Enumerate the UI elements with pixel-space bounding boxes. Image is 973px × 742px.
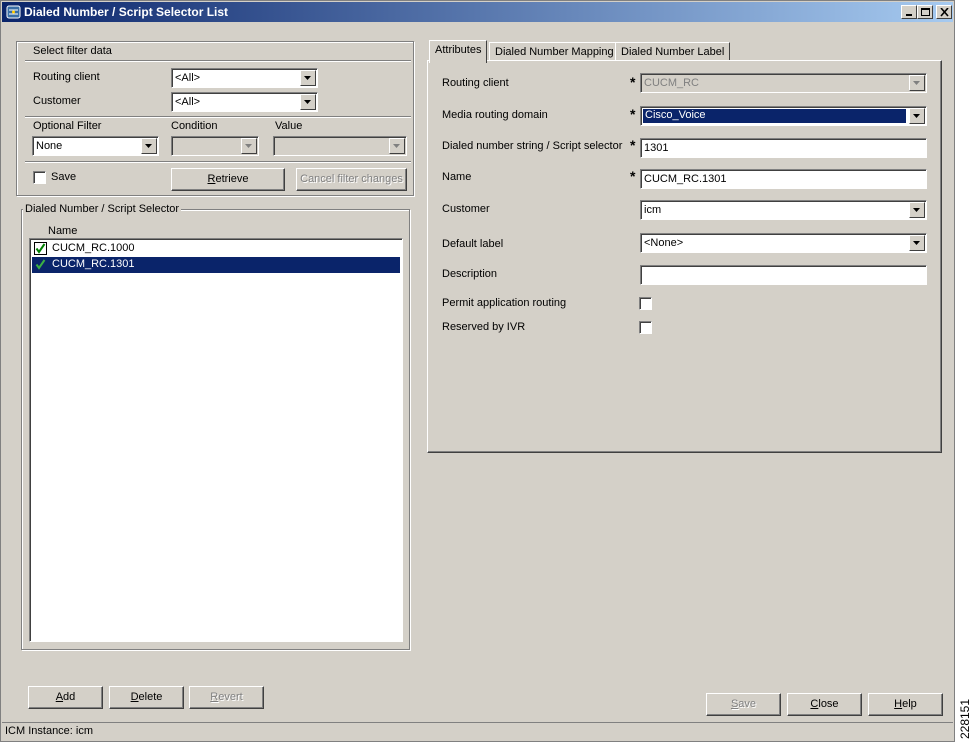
chevron-down-icon[interactable]: [241, 138, 257, 154]
close-window-button[interactable]: [936, 5, 952, 19]
help-button[interactable]: Help: [868, 693, 943, 716]
figure-id: 228151: [958, 698, 973, 740]
status-bar: ICM Instance: icm: [2, 722, 953, 740]
description-input[interactable]: [640, 265, 927, 285]
chevron-down-icon[interactable]: [909, 108, 925, 124]
filter-separator-top: [25, 60, 411, 62]
reserved-by-ivr-checkbox[interactable]: [639, 321, 652, 334]
retrieve-button[interactable]: Retrieve: [171, 168, 285, 191]
filter-separator-bottom: [25, 161, 411, 163]
dialed-number-label: Dialed number string / Script selector: [442, 140, 623, 152]
minimize-button[interactable]: [901, 5, 917, 19]
selector-listbox[interactable]: CUCM_RC.1000 CUCM_RC.1301: [29, 238, 403, 642]
chevron-down-icon[interactable]: [389, 138, 405, 154]
chevron-down-icon[interactable]: [909, 75, 925, 91]
required-marker: *: [630, 74, 636, 90]
dialed-number-input[interactable]: 1301: [640, 138, 927, 158]
value-label: Value: [275, 120, 303, 132]
add-button[interactable]: Add: [28, 686, 103, 709]
save-filter-checkbox[interactable]: [33, 171, 46, 184]
permit-application-routing-checkbox[interactable]: [639, 297, 652, 310]
optional-filter-label: Optional Filter: [33, 120, 102, 132]
maximize-button[interactable]: [917, 5, 933, 19]
delete-button[interactable]: Delete: [109, 686, 184, 709]
tab-dialed-number-label[interactable]: Dialed Number Label: [615, 42, 731, 62]
tab-attributes[interactable]: Attributes: [429, 40, 488, 63]
routing-client-label: Routing client: [442, 77, 509, 89]
minimize-icon: [906, 14, 912, 16]
chevron-down-icon[interactable]: [909, 235, 925, 251]
selector-group-caption: Dialed Number / Script Selector: [23, 203, 182, 215]
filter-routing-client-select[interactable]: <All>: [171, 68, 318, 88]
customer-label: Customer: [442, 203, 490, 215]
name-input[interactable]: CUCM_RC.1301: [640, 169, 927, 189]
chevron-down-icon[interactable]: [300, 70, 316, 86]
status-text: ICM Instance: icm: [5, 725, 94, 737]
cancel-filter-changes-button[interactable]: Cancel filter changes: [296, 168, 407, 191]
routing-client-select[interactable]: CUCM_RC: [640, 73, 927, 93]
save-filter-label: Save: [51, 171, 77, 183]
name-label: Name: [442, 171, 472, 183]
chevron-down-icon[interactable]: [300, 94, 316, 110]
list-item[interactable]: CUCM_RC.1301: [32, 257, 400, 273]
condition-label: Condition: [171, 120, 218, 132]
permit-application-routing-label: Permit application routing: [442, 297, 567, 309]
media-routing-domain-select[interactable]: Cisco_Voice: [640, 106, 927, 126]
media-routing-domain-label: Media routing domain: [442, 109, 548, 121]
maximize-icon: [921, 8, 930, 16]
checkmark-icon: [35, 259, 46, 270]
default-label-select[interactable]: <None>: [640, 233, 927, 253]
customer-select[interactable]: icm: [640, 200, 927, 220]
window-title: Dialed Number / Script Selector List: [24, 5, 229, 19]
save-button[interactable]: Save: [706, 693, 781, 716]
list-item[interactable]: CUCM_RC.1000: [32, 241, 400, 257]
filter-customer-select[interactable]: <All>: [171, 92, 318, 112]
title-bar[interactable]: Dialed Number / Script Selector List: [2, 2, 953, 22]
network-app-icon: [6, 5, 21, 19]
required-marker: *: [630, 168, 636, 184]
default-label-label: Default label: [442, 238, 504, 250]
close-icon: [940, 8, 949, 17]
optional-filter-select[interactable]: None: [32, 136, 159, 156]
filter-separator-middle: [25, 116, 411, 118]
required-marker: *: [630, 106, 636, 122]
chevron-down-icon[interactable]: [909, 202, 925, 218]
reserved-by-ivr-label: Reserved by IVR: [442, 321, 526, 333]
value-select[interactable]: [273, 136, 407, 156]
filter-group-caption: Select filter data: [31, 45, 114, 57]
chevron-down-icon[interactable]: [141, 138, 157, 154]
tab-dialed-number-mapping[interactable]: Dialed Number Mapping: [489, 42, 620, 62]
condition-select[interactable]: [171, 136, 259, 156]
checkmark-icon: [34, 242, 47, 255]
filter-customer-label: Customer: [33, 95, 81, 107]
revert-button[interactable]: Revert: [189, 686, 264, 709]
close-button[interactable]: Close: [787, 693, 862, 716]
dialed-number-window: Dialed Number / Script Selector List Sel…: [0, 0, 955, 742]
description-label: Description: [442, 268, 498, 280]
required-marker: *: [630, 137, 636, 153]
name-column-header[interactable]: Name: [48, 225, 77, 237]
filter-routing-client-label: Routing client: [33, 71, 100, 83]
